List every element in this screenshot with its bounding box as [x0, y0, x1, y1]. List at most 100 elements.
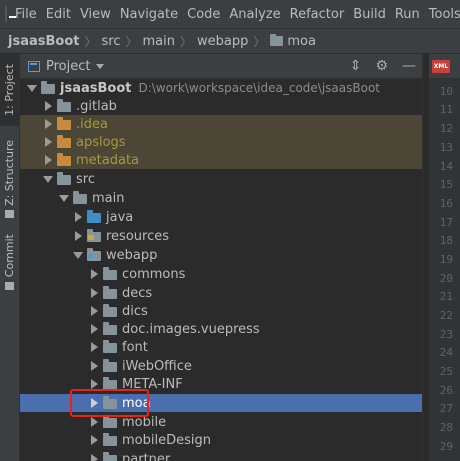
intellij-logo-icon: [5, 6, 16, 22]
menu-refactor[interactable]: Refactor: [290, 7, 345, 22]
breadcrumb-separator: 〉: [179, 34, 192, 49]
folder-icon: [103, 304, 117, 317]
tree-row[interactable]: main: [20, 189, 422, 207]
web-folder-icon: [87, 248, 101, 261]
tree-row[interactable]: commons: [20, 265, 422, 283]
highlight-annotation-box: [70, 389, 149, 417]
tree-row[interactable]: iWebOffice: [20, 357, 422, 375]
project-panel-header: Project ⇕ ⚙ —: [20, 54, 422, 79]
tree-row[interactable]: src: [20, 170, 422, 188]
chevron-right-icon[interactable]: [72, 230, 84, 242]
menu-file[interactable]: File: [15, 7, 37, 22]
chevron-right-icon[interactable]: [72, 211, 84, 223]
chevron-right-icon[interactable]: [42, 118, 54, 130]
gear-icon[interactable]: ⚙: [375, 58, 388, 74]
tree-row[interactable]: .idea: [20, 115, 422, 133]
breadcrumb-src[interactable]: src: [101, 34, 120, 49]
tree-item-label: partner: [122, 451, 171, 461]
folder-icon: [270, 34, 284, 46]
menu-build[interactable]: Build: [353, 7, 386, 22]
chevron-right-icon[interactable]: [88, 341, 100, 353]
line-number: 27: [439, 402, 453, 415]
breadcrumb-webapp[interactable]: webapp: [197, 34, 248, 49]
tree-item-label: .gitlab: [76, 98, 117, 114]
tree-row[interactable]: partner: [20, 450, 422, 461]
tree-row-root[interactable]: jsaasBoot D:\work\workspace\idea_code\js…: [20, 79, 422, 97]
line-number: 22: [439, 309, 453, 322]
tree-item-label: commons: [122, 266, 186, 282]
chevron-right-icon[interactable]: [88, 416, 100, 428]
editor-pane: XML 10 11 12 13 14 15 16 17 18 19 20 21 …: [429, 54, 460, 461]
menu-view[interactable]: View: [80, 7, 111, 22]
breadcrumb-main[interactable]: main: [142, 34, 174, 49]
excluded-folder-icon: [57, 117, 71, 130]
tree-row[interactable]: doc.images.vuepress: [20, 320, 422, 338]
chevron-right-icon[interactable]: [42, 136, 54, 148]
tree-item-label: .idea: [76, 116, 108, 132]
breadcrumb-project[interactable]: jsaasBoot: [8, 34, 79, 49]
chevron-right-icon[interactable]: [88, 323, 100, 335]
tree-row[interactable]: mobileDesign: [20, 431, 422, 449]
chevron-right-icon[interactable]: [88, 287, 100, 299]
chevron-down-icon[interactable]: [26, 82, 38, 94]
editor-tab[interactable]: XML: [429, 54, 460, 79]
folder-icon: [103, 415, 117, 428]
tree-row[interactable]: apslogs: [20, 133, 422, 151]
tree-item-label: mobileDesign: [122, 432, 211, 448]
tree-row[interactable]: java: [20, 208, 422, 226]
minimize-icon[interactable]: —: [402, 58, 416, 74]
chevron-right-icon[interactable]: [42, 100, 54, 112]
tab-commit[interactable]: Commit: [0, 232, 19, 292]
menu-navigate[interactable]: Navigate: [120, 7, 178, 22]
chevron-down-icon[interactable]: [58, 192, 70, 204]
chevron-right-icon[interactable]: [88, 360, 100, 372]
menu-edit[interactable]: Edit: [46, 7, 71, 22]
line-number: 12: [439, 122, 453, 135]
chevron-right-icon[interactable]: [88, 305, 100, 317]
tree-row[interactable]: resources: [20, 227, 422, 245]
menu-analyze[interactable]: Analyze: [229, 7, 280, 22]
menu-tools[interactable]: Tools: [429, 7, 460, 22]
line-number: 18: [439, 234, 453, 247]
tree-row[interactable]: webapp: [20, 246, 422, 264]
line-number: 23: [439, 328, 453, 341]
chevron-right-icon[interactable]: [42, 154, 54, 166]
tree-item-label: decs: [122, 285, 153, 301]
folder-icon: [103, 267, 117, 280]
tree-item-label: apslogs: [76, 134, 126, 150]
folder-icon: [57, 172, 71, 185]
line-number: 28: [439, 421, 453, 434]
menu-run[interactable]: Run: [395, 7, 420, 22]
line-number: 29: [439, 440, 453, 453]
folder-icon: [103, 359, 117, 372]
resources-folder-icon: [87, 229, 101, 242]
tree-item-label: main: [92, 190, 125, 206]
tree-item-label: src: [76, 171, 95, 187]
tree-scrollbar[interactable]: [422, 54, 429, 461]
tree-row[interactable]: font: [20, 338, 422, 356]
tab-structure[interactable]: Z: Structure: [0, 138, 19, 220]
line-number: 13: [439, 141, 453, 154]
breadcrumb-separator: 〉: [253, 34, 266, 49]
tree-row[interactable]: metadata: [20, 151, 422, 169]
chevron-right-icon[interactable]: [88, 268, 100, 280]
commit-icon: [5, 281, 14, 290]
tree-row[interactable]: .gitlab: [20, 97, 422, 115]
chevron-down-icon[interactable]: [42, 173, 54, 185]
breadcrumb-moa[interactable]: moa: [287, 34, 316, 49]
menu-code[interactable]: Code: [187, 7, 220, 22]
line-number: 11: [439, 103, 453, 116]
tree-row[interactable]: decs: [20, 284, 422, 302]
collapse-all-icon[interactable]: ⇕: [350, 58, 362, 74]
tree-item-label: doc.images.vuepress: [122, 321, 260, 337]
chevron-down-icon[interactable]: [96, 63, 105, 69]
breadcrumb: jsaasBoot 〉 src 〉 main 〉 webapp 〉 moa: [0, 29, 460, 54]
tab-project[interactable]: 1: Project: [0, 54, 19, 126]
project-view-selector[interactable]: Project: [46, 59, 90, 74]
chevron-down-icon[interactable]: [72, 249, 84, 261]
excluded-folder-icon: [57, 153, 71, 166]
tree-row[interactable]: dics: [20, 302, 422, 320]
line-number: 14: [439, 160, 453, 173]
chevron-right-icon[interactable]: [88, 453, 100, 461]
chevron-right-icon[interactable]: [88, 434, 100, 446]
